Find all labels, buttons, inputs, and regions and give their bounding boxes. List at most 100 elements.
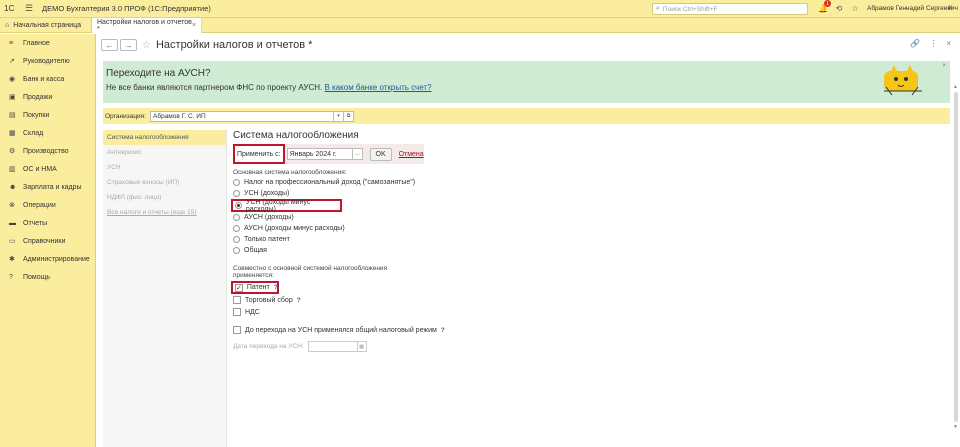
search-input[interactable]: ⌕ Поиск Ctrl+Shift+F xyxy=(652,3,808,15)
close-form-icon[interactable]: × xyxy=(946,39,951,48)
prev-general-row[interactable]: До перехода на УСН применялся общий нало… xyxy=(233,324,933,336)
settings-nav-item[interactable]: УСН xyxy=(103,160,226,175)
sidebar-item-icon: ≡ xyxy=(9,39,14,47)
sidebar-item[interactable]: ▬ Отчеты xyxy=(0,214,95,232)
search-icon: ⌕ xyxy=(656,5,660,12)
date-picker-icon[interactable]: … xyxy=(352,148,363,160)
sidebar-item[interactable]: ▥ ОС и НМА xyxy=(0,160,95,178)
sidebar-item-icon: ? xyxy=(9,273,13,281)
tax-system-option[interactable]: Только патент xyxy=(233,234,933,245)
combined-option[interactable]: ✓ Патент? xyxy=(231,281,279,294)
tax-system-option[interactable]: АУСН (доходы минус расходы) xyxy=(233,223,933,234)
sidebar: ≡ Главное ↗ Руководителю ◉ Банк и касса ▣ Прода… xyxy=(0,34,96,447)
sidebar-item[interactable]: ↗ Руководителю xyxy=(0,52,95,70)
help-icon[interactable]: ? xyxy=(441,327,445,334)
banner-text-body: Не все банки являются партнером ФНС по п… xyxy=(106,83,323,92)
combined-option[interactable]: Торговый сбор? xyxy=(233,294,933,306)
apply-from-label: Применить с: xyxy=(233,144,285,164)
help-icon[interactable]: ? xyxy=(297,297,301,304)
calendar-icon[interactable]: ▦ xyxy=(357,341,367,352)
combined-option[interactable]: НДС xyxy=(233,306,933,318)
sidebar-item[interactable]: ≡ Главное xyxy=(0,34,95,52)
sidebar-item[interactable]: ▦ Склад xyxy=(0,124,95,142)
org-open-icon[interactable]: ⧉ xyxy=(344,110,355,122)
sidebar-item[interactable]: ◉ Банк и касса xyxy=(0,70,95,88)
favorites-icon[interactable]: ☆ xyxy=(850,2,860,14)
user-name[interactable]: Абрамов Геннадий Сергеевич xyxy=(867,5,958,12)
main-system-label: Основная система налогообложения: xyxy=(233,169,347,176)
tax-system-option[interactable]: АУСН (доходы) xyxy=(233,212,933,223)
tab-tax-settings[interactable]: Настройки налогов и отчетов * × xyxy=(92,18,202,33)
scrollbar[interactable]: ▲ ▼ xyxy=(952,84,959,444)
settings-nav: Система налогообложения Антикризис УСН Стра… xyxy=(103,130,227,447)
checkbox[interactable] xyxy=(233,308,241,316)
settings-nav-item[interactable]: Система налогообложения xyxy=(103,130,226,145)
radio-button[interactable] xyxy=(233,214,240,221)
checkbox[interactable]: ✓ xyxy=(235,283,243,292)
sidebar-item[interactable]: ⚙ Производство xyxy=(0,142,95,160)
radio-button[interactable] xyxy=(233,247,240,254)
ausn-banner: Переходите на АУСН? Не все банки являютс… xyxy=(103,61,950,103)
radio-button[interactable] xyxy=(235,202,242,209)
tab-home[interactable]: ⌂ Начальная страница xyxy=(0,18,92,33)
org-dropdown-icon[interactable]: ▾ xyxy=(334,110,345,122)
scroll-thumb[interactable] xyxy=(953,92,958,422)
radio-button[interactable] xyxy=(233,236,240,243)
notification-badge: 1 xyxy=(824,0,831,7)
toolbar-icons: 🔔 1 ⟲ ☆ xyxy=(818,0,860,14)
sidebar-item[interactable]: ✱ Администрирование xyxy=(0,250,95,268)
ok-button[interactable]: OK xyxy=(369,147,392,161)
history-icon[interactable]: ⟲ xyxy=(834,2,844,14)
favorite-star-icon[interactable]: ☆ xyxy=(142,40,151,51)
prev-general-checkbox[interactable] xyxy=(233,326,241,334)
notifications-icon[interactable]: 🔔 1 xyxy=(818,0,831,14)
more-icon[interactable]: ⋮ xyxy=(929,39,937,48)
sidebar-item-icon: ▬ xyxy=(9,219,16,227)
sidebar-item[interactable]: ? Помощь xyxy=(0,268,95,286)
menu-icon[interactable]: ☰ xyxy=(22,3,36,14)
scroll-down-icon[interactable]: ▼ xyxy=(952,424,959,430)
transition-date-field[interactable]: . . xyxy=(307,341,358,352)
forward-button[interactable]: → xyxy=(120,39,137,51)
apply-date-field[interactable]: Январь 2024 г. xyxy=(286,148,353,160)
settings-nav-item[interactable]: Страховые взносы (ИП) xyxy=(103,175,226,190)
organization-field[interactable]: Абрамов Г. С. ИП xyxy=(150,110,335,122)
sidebar-item[interactable]: ☻ Зарплата и кадры xyxy=(0,178,95,196)
sidebar-item-icon: ▤ xyxy=(9,112,16,119)
home-icon: ⌂ xyxy=(5,22,10,29)
sidebar-item-label: Покупки xyxy=(23,111,50,119)
sidebar-item-icon: ⚙ xyxy=(9,148,16,155)
cancel-link[interactable]: Отмена xyxy=(399,151,424,158)
radio-button[interactable] xyxy=(233,225,240,232)
banner-close-icon[interactable]: × xyxy=(942,63,946,69)
organization-bar: Организация: Абрамов Г. С. ИП ▾ ⧉ xyxy=(103,108,950,124)
scroll-up-icon[interactable]: ▲ xyxy=(952,84,959,90)
tax-system-option[interactable]: УСН (доходы) xyxy=(233,188,933,199)
combined-options: ✓ Патент? Торговый сбор? НДС xyxy=(231,281,933,318)
tax-system-option[interactable]: Налог на профессиональный доход ("самоза… xyxy=(233,177,933,188)
main-content: ← → ☆ Настройки налогов и отчетов * 🔗 ⋮ … xyxy=(97,34,960,447)
settings-nav-item[interactable]: НДФЛ (физ. лицо) xyxy=(103,190,226,205)
tax-system-option[interactable]: УСН (доходы минус расходы) xyxy=(231,199,342,213)
settings-nav-item[interactable]: Все налоги и отчеты (еще 15) xyxy=(103,205,226,220)
checkbox[interactable] xyxy=(233,296,241,304)
close-icon[interactable]: × xyxy=(192,22,196,29)
sidebar-item-label: Продажи xyxy=(23,93,53,101)
back-button[interactable]: ← xyxy=(101,39,118,51)
settings-nav-item[interactable]: Антикризис xyxy=(103,145,226,160)
help-icon[interactable]: ? xyxy=(274,284,278,291)
sidebar-item[interactable]: ▤ Покупки xyxy=(0,106,95,124)
radio-button[interactable] xyxy=(233,179,240,186)
user-menu-icon[interactable]: ≡ xyxy=(948,3,953,12)
sidebar-item[interactable]: ▭ Справочники xyxy=(0,232,95,250)
banner-text: Не все банки являются партнером ФНС по п… xyxy=(106,83,432,92)
tab-bar: ⌂ Начальная страница Настройки налогов и… xyxy=(0,18,960,33)
tax-system-option[interactable]: Общая xyxy=(233,245,933,256)
banner-link[interactable]: В каком банке открыть счет? xyxy=(324,83,431,92)
sidebar-item[interactable]: ▣ Продажи xyxy=(0,88,95,106)
sidebar-item-label: Администрирование xyxy=(23,255,90,263)
sidebar-item-icon: ◉ xyxy=(9,76,16,83)
link-icon[interactable]: 🔗 xyxy=(910,39,920,48)
sidebar-item[interactable]: ⊗ Операции xyxy=(0,196,95,214)
radio-button[interactable] xyxy=(233,190,240,197)
